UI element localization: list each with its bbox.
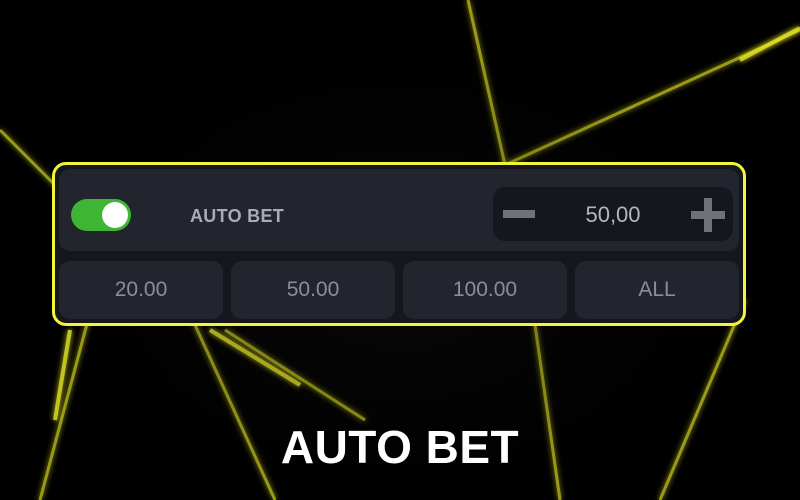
- plus-icon: [691, 198, 725, 232]
- bet-amount-value[interactable]: 50,00: [545, 202, 681, 228]
- quick-amount-row: 20.00 50.00 100.00 ALL: [59, 261, 743, 319]
- decrease-button[interactable]: [493, 187, 545, 241]
- quick-amount-button[interactable]: 100.00: [403, 261, 567, 319]
- all-amount-button[interactable]: ALL: [575, 261, 739, 319]
- auto-bet-label: AUTO BET: [190, 206, 285, 226]
- toggle-knob: [102, 202, 128, 228]
- caption-title: AUTO BET: [280, 421, 520, 473]
- bet-amount-stepper: 50,00: [493, 187, 733, 241]
- quick-amount-button[interactable]: 20.00: [59, 261, 223, 319]
- increase-button[interactable]: [681, 187, 733, 241]
- auto-bet-row: AUTO BET 50,00: [59, 169, 739, 251]
- auto-bet-panel: AUTO BET 50,00 20.00 50.00 100.00 ALL: [52, 162, 746, 326]
- auto-bet-toggle[interactable]: [71, 199, 131, 231]
- quick-amount-button[interactable]: 50.00: [231, 261, 395, 319]
- minus-icon: [503, 210, 535, 218]
